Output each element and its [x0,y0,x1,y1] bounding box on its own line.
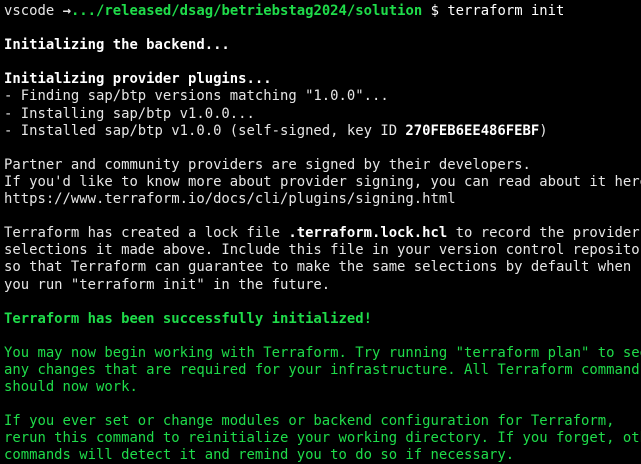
installed-line: - Installed sap/btp v1.0.0 (self-signed,… [4,123,641,140]
lock-line-2: selections it made above. Include this f… [4,242,641,259]
installed-prefix: - Installed sap/btp v1.0.0 (self-signed,… [4,122,406,139]
lock-prefix: Terraform has created a lock file [4,225,289,242]
prompt-symbol: $ [430,3,439,19]
lock-file-name: .terraform.lock.hcl [288,225,448,242]
lock-line-4: you run "terraform init" in the future. [4,276,331,293]
success-message: Terraform has been successfully initiali… [4,310,372,327]
arrow-right-icon: → [62,3,71,19]
backend-heading: Initializing the backend... [4,37,230,54]
rerun-line-2: rerun this command to reinitialize your … [4,430,641,447]
partner-line-1: Partner and community providers are sign… [4,156,531,173]
rerun-line-3: commands will detect it and remind you t… [4,447,515,464]
rerun-line-1: If you ever set or change modules or bac… [4,413,615,430]
prompt-user: vscode [4,3,55,19]
installing-line: - Installing sap/btp v1.0.0... [4,105,255,122]
begin-line-3: should now work. [4,379,138,396]
partner-line-2: If you'd like to know more about provide… [4,173,641,190]
prompt-command: terraform init [447,3,565,19]
prompt-path: .../released/dsag/betriebstag2024/soluti… [70,3,423,19]
key-id: 270FEB6EE486FEBF [405,122,540,139]
begin-line-2: any changes that are required for your i… [4,361,641,378]
lock-suffix: to record the provider [447,225,640,242]
lock-line-1: Terraform has created a lock file .terra… [4,225,641,242]
begin-line-1: You may now begin working with Terraform… [4,344,641,361]
lock-line-3: so that Terraform can guarantee to make … [4,259,632,276]
terminal-window[interactable]: vscode →.../released/dsag/betriebstag202… [0,0,641,464]
finding-line: - Finding sap/btp versions matching "1.0… [4,88,389,105]
provider-heading: Initializing provider plugins... [4,71,272,88]
partner-url: https://www.terraform.io/docs/cli/plugin… [4,191,456,208]
prompt-line: vscode →.../released/dsag/betriebstag202… [4,3,641,20]
installed-suffix: ) [539,122,548,139]
